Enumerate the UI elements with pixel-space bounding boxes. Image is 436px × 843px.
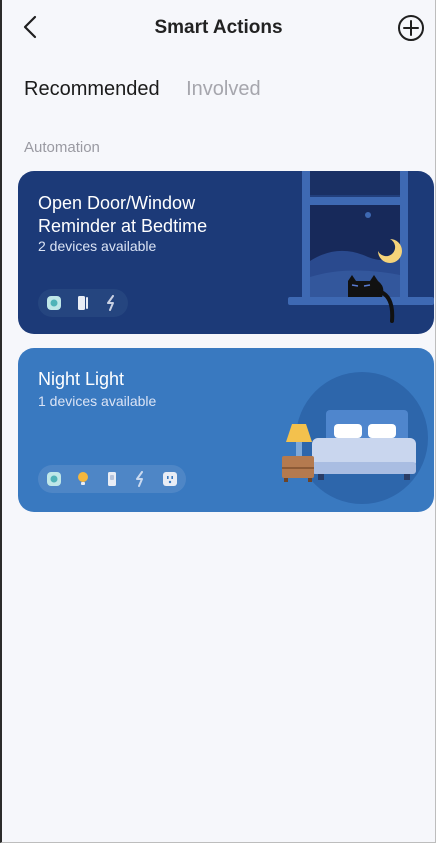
automation-card-bedtime-reminder[interactable]: Open Door/Window Reminder at Bedtime 2 d… — [18, 171, 434, 334]
bulb-icon — [78, 472, 88, 485]
tab-recommended[interactable]: Recommended — [24, 78, 160, 101]
tab-involved[interactable]: Involved — [186, 78, 261, 101]
smart-plug-icon — [163, 472, 177, 486]
top-bar: Smart Actions — [2, 0, 435, 56]
bedroom-illustration — [282, 372, 428, 504]
automation-card-night-light[interactable]: Night Light 1 devices available — [18, 348, 434, 512]
card-title: Open Door/Window Reminder at Bedtime — [38, 193, 208, 236]
hub-icon — [47, 296, 61, 310]
card-subtitle: 1 devices available — [38, 393, 157, 409]
hub-icon — [47, 472, 61, 486]
section-label: Automation — [24, 139, 100, 156]
plus-circle-icon[interactable] — [397, 14, 425, 42]
window-cat-illustration — [288, 171, 434, 323]
page-title: Smart Actions — [154, 17, 283, 38]
device-icons-row — [38, 289, 128, 317]
contact-sensor-icon — [78, 296, 88, 310]
card-title: Night Light — [38, 369, 125, 389]
card-subtitle: 2 devices available — [38, 238, 157, 254]
switch-icon — [108, 472, 116, 486]
tab-bar: Recommended Involved — [24, 78, 283, 108]
smart-actions-screen: Smart Actions Recommended Involved Autom… — [0, 0, 436, 843]
device-icons-row — [38, 465, 186, 493]
link-icon — [107, 295, 114, 311]
link-icon — [136, 471, 143, 487]
